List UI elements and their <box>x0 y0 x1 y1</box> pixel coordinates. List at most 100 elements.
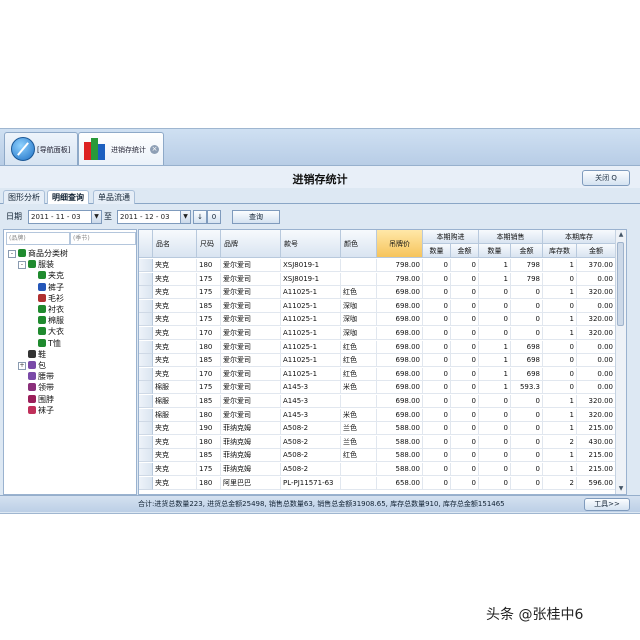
chevron-down-icon[interactable]: ▼ <box>91 211 101 223</box>
table-cell: 1 <box>543 313 577 327</box>
tree-node[interactable]: - 服装 <box>4 259 132 270</box>
row-indicator[interactable] <box>139 272 153 286</box>
tree-node[interactable]: 腰带 <box>4 371 132 382</box>
table-cell: 0 <box>423 340 451 354</box>
table-row[interactable]: 夹克 175 爱尔爱司 A11025-1 深咖 698.00 0 0 0 0 1 320.00 <box>139 313 616 327</box>
tree-node[interactable]: 裤子 <box>4 282 132 293</box>
tools-button[interactable]: 工具>> <box>584 498 630 511</box>
tree-node[interactable]: + 包 <box>4 360 132 371</box>
row-indicator[interactable] <box>139 259 153 272</box>
start-date-field[interactable]: 2011 - 11 - 03 ▼ <box>28 210 102 224</box>
tree-node[interactable]: 鞋 <box>4 349 132 360</box>
tree-node[interactable]: 大衣 <box>4 326 132 337</box>
tree-node[interactable]: 围脖 <box>4 394 132 405</box>
row-indicator[interactable] <box>139 422 153 436</box>
row-indicator[interactable] <box>139 408 153 422</box>
row-indicator[interactable] <box>139 395 153 408</box>
tree-node[interactable]: 毛衫 <box>4 293 132 304</box>
row-indicator[interactable] <box>139 463 153 476</box>
tab-graph-analysis[interactable]: 图形分析 <box>3 190 45 204</box>
table-cell: A11025-1 <box>281 286 341 300</box>
row-indicator[interactable] <box>139 367 153 381</box>
tab-item-flow[interactable]: 单品流通 <box>93 190 135 204</box>
season-filter-input[interactable]: (季节) <box>70 232 136 245</box>
table-cell: 0.00 <box>577 367 616 381</box>
tab-navigation-panel[interactable]: [导航面板] <box>4 132 78 165</box>
table-row[interactable]: 夹克 190 菲纳克姆 A508-2 兰色 588.00 0 0 0 0 1 215.00 <box>139 422 616 436</box>
table-row[interactable]: 夹克 185 爱尔爱司 A11025-1 红色 698.00 0 0 1 698 0 0.00 <box>139 354 616 368</box>
tree-node[interactable]: - 商品分类树 <box>4 248 132 259</box>
down-arrow-button[interactable]: ↓ <box>193 210 207 224</box>
query-button[interactable]: 查询 <box>232 210 280 224</box>
table-cell: 0 <box>479 435 511 449</box>
chevron-down-icon[interactable]: ▼ <box>180 211 190 223</box>
table-cell: 红色 <box>341 449 377 463</box>
table-row[interactable]: 夹克 175 菲纳克姆 A508-2 588.00 0 0 0 0 1 215.00 <box>139 463 616 476</box>
table-cell: 0 <box>451 286 479 300</box>
table-cell: 0 <box>451 395 479 408</box>
row-indicator[interactable] <box>139 381 153 395</box>
table-row[interactable]: 夹克 180 菲纳克姆 A508-2 兰色 588.00 0 0 0 0 2 430.00 <box>139 435 616 449</box>
column-header[interactable]: 金额 <box>451 244 479 258</box>
column-header[interactable]: 数量 <box>479 244 511 258</box>
tree-node[interactable]: 领带 <box>4 382 132 393</box>
tree-node[interactable]: 棉服 <box>4 315 132 326</box>
column-header[interactable]: 款号 <box>281 230 341 258</box>
collapse-icon[interactable]: - <box>18 261 26 270</box>
column-header[interactable]: 颜色 <box>341 230 377 258</box>
table-cell: 夹克 <box>153 354 197 368</box>
table-row[interactable]: 夹克 180 阿里巴巴 PL-PJ11571-63 658.00 0 0 0 0 2 596.00 <box>139 476 616 490</box>
scroll-thumb[interactable] <box>617 242 624 326</box>
tree-node[interactable]: 衬衣 <box>4 304 132 315</box>
table-row[interactable]: 棉服 175 爱尔爱司 A145-3 米色 698.00 0 0 1 593.3 0 0.00 <box>139 381 616 395</box>
close-icon[interactable]: × <box>150 145 159 154</box>
table-row[interactable]: 棉服 180 爱尔爱司 A145-3 米色 698.00 0 0 0 0 1 320.00 <box>139 408 616 422</box>
close-button[interactable]: 关闭 Q <box>582 170 630 186</box>
tree-node[interactable]: 袜子 <box>4 405 132 416</box>
zero-button[interactable]: 0 <box>207 210 221 224</box>
row-indicator[interactable] <box>139 327 153 340</box>
row-indicator[interactable] <box>139 476 153 490</box>
row-indicator[interactable] <box>139 340 153 354</box>
table-row[interactable]: 夹克 175 爱尔爱司 XSJ8019-1 798.00 0 0 1 798 0 0.00 <box>139 272 616 286</box>
column-header[interactable]: 品名 <box>153 230 197 258</box>
table-row[interactable]: 夹克 170 爱尔爱司 A11025-1 深咖 698.00 0 0 0 0 1 320.00 <box>139 327 616 340</box>
column-header[interactable]: 吊牌价 <box>377 230 423 258</box>
table-row[interactable]: 夹克 185 爱尔爱司 A11025-1 深咖 698.00 0 0 0 0 0 0.00 <box>139 299 616 313</box>
vertical-scrollbar[interactable]: ▲ ▼ <box>615 230 626 494</box>
column-header[interactable]: 金额 <box>511 244 543 258</box>
table-row[interactable]: 夹克 185 菲纳克姆 A508-2 红色 588.00 0 0 0 0 1 215.00 <box>139 449 616 463</box>
tree-node[interactable]: T恤 <box>4 338 132 349</box>
scroll-up-icon[interactable]: ▲ <box>616 230 626 240</box>
tree-node-label: 商品分类树 <box>28 249 68 258</box>
row-indicator[interactable] <box>139 299 153 313</box>
collapse-icon[interactable]: - <box>8 250 16 258</box>
column-header[interactable]: 库存数 <box>543 244 577 258</box>
row-indicator[interactable] <box>139 435 153 449</box>
tree-node[interactable]: 夹克 <box>4 270 132 281</box>
table-cell: 215.00 <box>577 449 616 463</box>
column-header[interactable]: 品牌 <box>221 230 281 258</box>
table-cell: 0 <box>423 408 451 422</box>
table-row[interactable]: 夹克 170 爱尔爱司 A11025-1 红色 698.00 0 0 1 698 0 0.00 <box>139 367 616 381</box>
tab-inventory-stats[interactable]: 进销存统计 × <box>78 132 164 165</box>
row-indicator[interactable] <box>139 354 153 368</box>
table-row[interactable]: 夹克 175 爱尔爱司 A11025-1 红色 698.00 0 0 0 0 1 320.00 <box>139 286 616 300</box>
table-cell: 175 <box>197 272 221 286</box>
brand-filter-input[interactable]: (品牌) <box>6 232 70 245</box>
tab-detail-query[interactable]: 明细查询 <box>47 190 89 204</box>
table-cell: 170 <box>197 327 221 340</box>
table-row[interactable]: 夹克 180 爱尔爱司 A11025-1 红色 698.00 0 0 1 698 0 0.00 <box>139 340 616 354</box>
column-header[interactable]: 金额 <box>577 244 616 258</box>
row-indicator[interactable] <box>139 449 153 463</box>
table-row[interactable]: 棉服 185 爱尔爱司 A145-3 698.00 0 0 0 0 1 320.00 <box>139 395 616 408</box>
table-cell: 1 <box>543 327 577 340</box>
row-indicator[interactable] <box>139 313 153 327</box>
expand-icon[interactable]: + <box>18 362 26 370</box>
row-indicator[interactable] <box>139 286 153 300</box>
column-header[interactable]: 尺码 <box>197 230 221 258</box>
end-date-field[interactable]: 2011 - 12 - 03 ▼ <box>117 210 191 224</box>
table-row[interactable]: 夹克 180 爱尔爱司 XSJ8019-1 798.00 0 0 1 798 1 370.00 <box>139 259 616 272</box>
column-header[interactable]: 数量 <box>423 244 451 258</box>
scroll-down-icon[interactable]: ▼ <box>616 484 626 494</box>
